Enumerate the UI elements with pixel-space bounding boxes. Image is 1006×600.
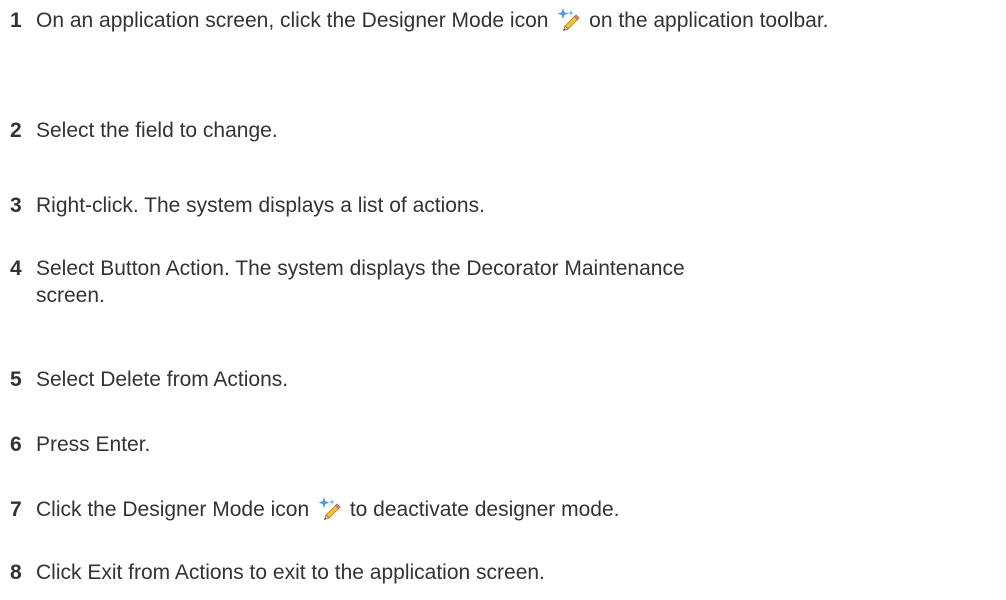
step-number: 4: [10, 257, 22, 280]
step-text-after-icon: to deactivate designer mode.: [349, 498, 620, 521]
step-number: 6: [10, 433, 22, 456]
step-3: 3 Right-click. The system displays a lis…: [10, 192, 1006, 219]
step-text-before-icon: On an application screen, click the Desi…: [36, 9, 549, 32]
step-text-before-icon: Click the Designer Mode icon: [36, 498, 310, 521]
step-8: 8 Click Exit from Actions to exit to the…: [10, 559, 1006, 586]
step-7: 7 Click the Designer Mode icon to deacti…: [10, 496, 1006, 523]
step-number: 3: [10, 194, 22, 217]
procedure-steps: 1 On an application screen, click the De…: [0, 0, 1006, 600]
step-6: 6 Press Enter.: [10, 431, 1006, 458]
step-4: 4 Select Button Action. The system displ…: [10, 255, 1006, 309]
step-text: Click Exit from Actions to exit to the a…: [36, 561, 545, 584]
designer-mode-icon: [556, 7, 580, 32]
step-text: On an application screen, click the Desi…: [36, 7, 1006, 34]
step-text: Select Button Action. The system display…: [36, 257, 685, 307]
step-text: Click the Designer Mode icon to deactiva…: [36, 496, 1006, 523]
step-number: 8: [10, 561, 22, 584]
step-text: Select Delete from Actions.: [36, 368, 289, 391]
step-number: 7: [10, 498, 22, 521]
step-text: Press Enter.: [36, 433, 151, 456]
designer-mode-icon: [317, 496, 341, 521]
step-2: 2 Select the field to change.: [10, 117, 1006, 144]
step-text: Select the field to change.: [36, 119, 278, 142]
step-number: 5: [10, 368, 22, 391]
step-1: 1 On an application screen, click the De…: [10, 7, 1006, 34]
step-number: 2: [10, 119, 22, 142]
step-number: 1: [10, 9, 22, 32]
step-text: Right-click. The system displays a list …: [36, 194, 485, 217]
step-text-after-icon: on the application toolbar.: [589, 9, 829, 32]
step-5: 5 Select Delete from Actions.: [10, 366, 1006, 393]
